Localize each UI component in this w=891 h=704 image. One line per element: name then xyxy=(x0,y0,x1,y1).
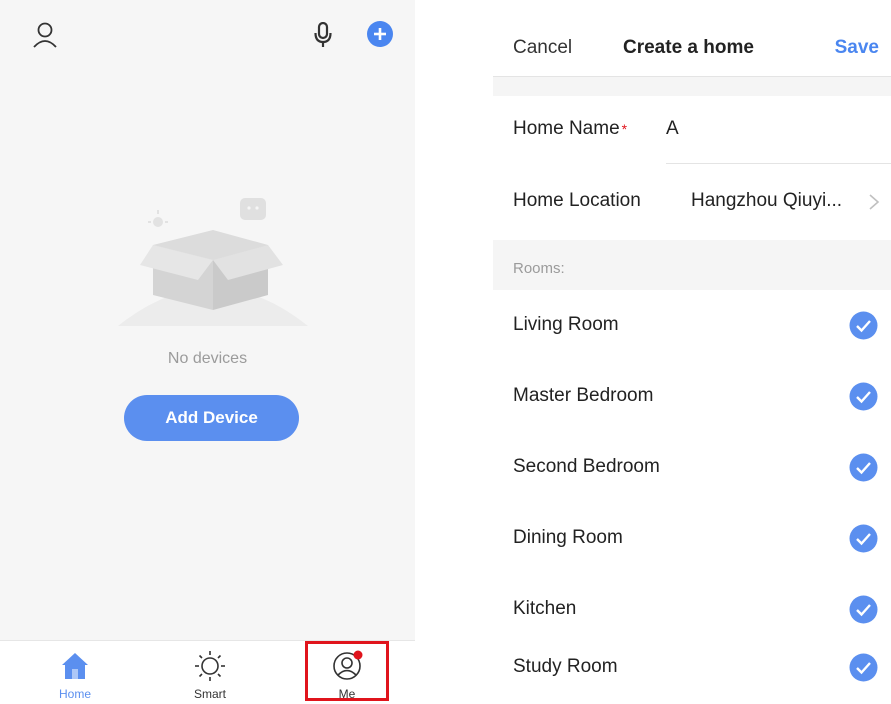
sun-icon xyxy=(193,649,227,683)
tab-home[interactable]: Home xyxy=(30,641,120,704)
checkmark-icon[interactable] xyxy=(849,595,878,624)
add-device-button[interactable]: Add Device xyxy=(124,395,299,441)
rooms-section-header: Rooms: xyxy=(493,240,891,290)
tab-smart[interactable]: Smart xyxy=(165,641,255,704)
room-item[interactable]: Living Room xyxy=(493,290,891,361)
home-name-label: Home Name * xyxy=(513,118,628,139)
tab-home-label: Home xyxy=(58,687,91,701)
room-name: Living Room xyxy=(513,314,619,335)
required-marker: * xyxy=(621,121,628,137)
checkmark-icon[interactable] xyxy=(849,653,878,682)
room-name: Dining Room xyxy=(513,527,623,548)
room-item[interactable]: Study Room xyxy=(493,632,891,703)
navigation-bar: Cancel Create a home Save xyxy=(493,0,891,77)
home-name-row: Home Name * A xyxy=(493,96,891,166)
page-title: Create a home xyxy=(623,37,754,58)
empty-state-text: No devices xyxy=(167,350,248,367)
microphone-icon[interactable] xyxy=(309,20,337,50)
room-item[interactable]: Master Bedroom xyxy=(493,361,891,432)
home-icon xyxy=(58,649,92,683)
home-screen: No devices Add Device Home Smart Me xyxy=(0,0,415,704)
room-item[interactable]: Second Bedroom xyxy=(493,432,891,503)
create-home-screen: Cancel Create a home Save Home Name * A H… xyxy=(493,0,891,703)
checkmark-icon[interactable] xyxy=(849,311,878,340)
checkmark-icon[interactable] xyxy=(849,382,878,411)
checkmark-icon[interactable] xyxy=(849,453,878,482)
room-name: Second Bedroom xyxy=(513,456,660,477)
home-location-label: Home Location xyxy=(513,190,641,211)
tab-smart-label: Smart xyxy=(193,687,226,701)
room-name: Master Bedroom xyxy=(513,385,654,406)
user-profile-icon[interactable] xyxy=(30,20,60,50)
highlight-box xyxy=(305,641,389,701)
chevron-right-icon xyxy=(867,192,881,212)
save-button[interactable]: Save xyxy=(835,37,879,59)
home-name-input[interactable]: A xyxy=(666,118,679,140)
input-underline xyxy=(666,163,891,164)
section-divider xyxy=(493,77,891,96)
checkmark-icon[interactable] xyxy=(849,524,878,553)
home-location-row[interactable]: Home Location Hangzhou Qiuyi... xyxy=(493,168,891,238)
empty-box-illustration xyxy=(118,190,308,330)
room-name: Study Room xyxy=(513,656,618,677)
cancel-button[interactable]: Cancel xyxy=(513,37,572,59)
add-plus-icon[interactable] xyxy=(366,20,394,48)
room-name: Kitchen xyxy=(513,598,577,619)
room-item[interactable]: Dining Room xyxy=(493,503,891,574)
home-location-value: Hangzhou Qiuyi... xyxy=(691,190,843,211)
rooms-header-label: Rooms: xyxy=(513,260,565,277)
